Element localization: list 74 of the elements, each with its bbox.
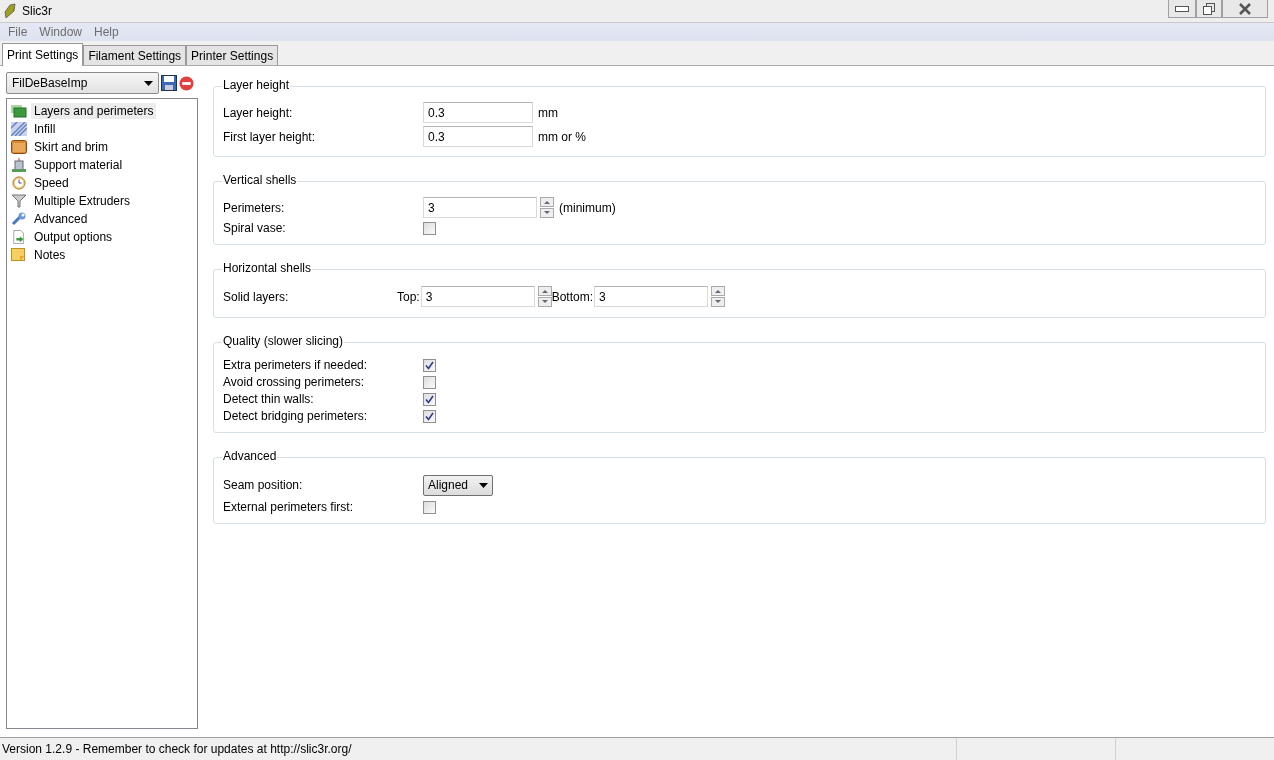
document-arrow-icon	[11, 230, 27, 244]
list-item[interactable]: Multiple Extruders	[31, 193, 134, 209]
tab[interactable]: Filament Settings	[83, 45, 187, 65]
field-label: Spiral vase:	[223, 221, 287, 235]
field-label: Avoid crossing perimeters:	[223, 375, 366, 389]
input-field[interactable]: 3	[423, 197, 537, 218]
list-item[interactable]: Notes	[31, 247, 69, 263]
field-label: Layer height:	[223, 105, 294, 120]
unit-label: mm or %	[538, 129, 586, 144]
window-title: Slic3r	[22, 4, 52, 18]
checkbox[interactable]	[423, 358, 436, 372]
list-item[interactable]: Infill	[31, 121, 59, 137]
menu-item[interactable]: Window	[33, 25, 89, 39]
spin-buttons[interactable]	[540, 197, 554, 218]
field-label: Seam position:	[223, 478, 304, 492]
dropdown[interactable]: Aligned	[423, 474, 493, 496]
list-item[interactable]: Skirt and brim	[31, 139, 112, 155]
hatch-icon	[11, 122, 27, 136]
list-item[interactable]: Output options	[31, 229, 116, 245]
clock-icon	[11, 176, 27, 190]
group-title: Layer height	[222, 78, 291, 92]
list-item[interactable]: Layers and perimeters	[31, 103, 157, 119]
tab[interactable]: Printer Settings	[186, 45, 279, 65]
field-label: Detect thin walls:	[223, 392, 315, 406]
field-label: Perimeters:	[223, 200, 286, 215]
field-label: First layer height:	[223, 129, 317, 144]
preset-dropdown[interactable]: FilDeBaseImp	[6, 72, 159, 94]
list-item[interactable]: Support material	[31, 157, 126, 173]
minimize-icon	[1175, 5, 1189, 12]
tab[interactable]: Print Settings	[2, 43, 84, 66]
group-title: Quality (slower slicing)	[222, 334, 345, 348]
box-icon	[11, 140, 27, 154]
funnel-icon	[11, 194, 27, 208]
field-label: Top:	[397, 289, 420, 304]
restore-button[interactable]	[1196, 0, 1222, 18]
menu-item[interactable]: Help	[88, 25, 125, 39]
input-field[interactable]: 3	[420, 286, 535, 307]
group-title: Vertical shells	[222, 173, 298, 187]
unit-label: (minimum)	[559, 200, 616, 215]
spin-buttons[interactable]	[711, 286, 726, 307]
input-field[interactable]: 0.3	[423, 102, 533, 123]
field-label: Extra perimeters if needed:	[223, 358, 369, 372]
dropdown-arrow-icon	[479, 482, 488, 488]
checkbox[interactable]	[423, 375, 436, 389]
app-logo-icon	[4, 3, 16, 19]
field-label: Detect bridging perimeters:	[223, 409, 369, 423]
wrench-icon	[11, 212, 27, 226]
checkbox[interactable]	[423, 392, 436, 406]
save-icon[interactable]	[161, 75, 177, 91]
input-field[interactable]: 3	[594, 286, 709, 307]
dropdown-arrow-icon	[144, 80, 153, 86]
unit-label: mm	[538, 105, 558, 120]
checkbox[interactable]	[423, 221, 436, 235]
field-label: External perimeters first:	[223, 500, 355, 514]
restore-icon	[1203, 2, 1215, 15]
field-label: Solid layers:	[223, 289, 290, 304]
group-title: Horizontal shells	[222, 261, 313, 275]
close-icon	[1238, 2, 1252, 15]
note-icon	[11, 248, 27, 262]
field-label: Bottom:	[551, 289, 594, 304]
spin-buttons[interactable]	[537, 286, 552, 307]
status-text: Version 1.2.9 - Remember to check for updates at http://slic3r.org/	[1, 741, 353, 758]
list-item[interactable]: Advanced	[31, 211, 91, 227]
layers-icon	[11, 104, 27, 118]
minimize-button[interactable]	[1168, 0, 1196, 18]
checkbox[interactable]	[423, 409, 436, 423]
menu-item[interactable]: File	[2, 25, 34, 39]
group-title: Advanced	[222, 449, 278, 463]
input-field[interactable]: 0.3	[423, 126, 533, 147]
list-item[interactable]: Speed	[31, 175, 72, 191]
close-button[interactable]	[1222, 0, 1268, 18]
building-icon	[11, 158, 27, 172]
checkbox[interactable]	[423, 500, 436, 514]
delete-icon[interactable]	[179, 75, 194, 91]
